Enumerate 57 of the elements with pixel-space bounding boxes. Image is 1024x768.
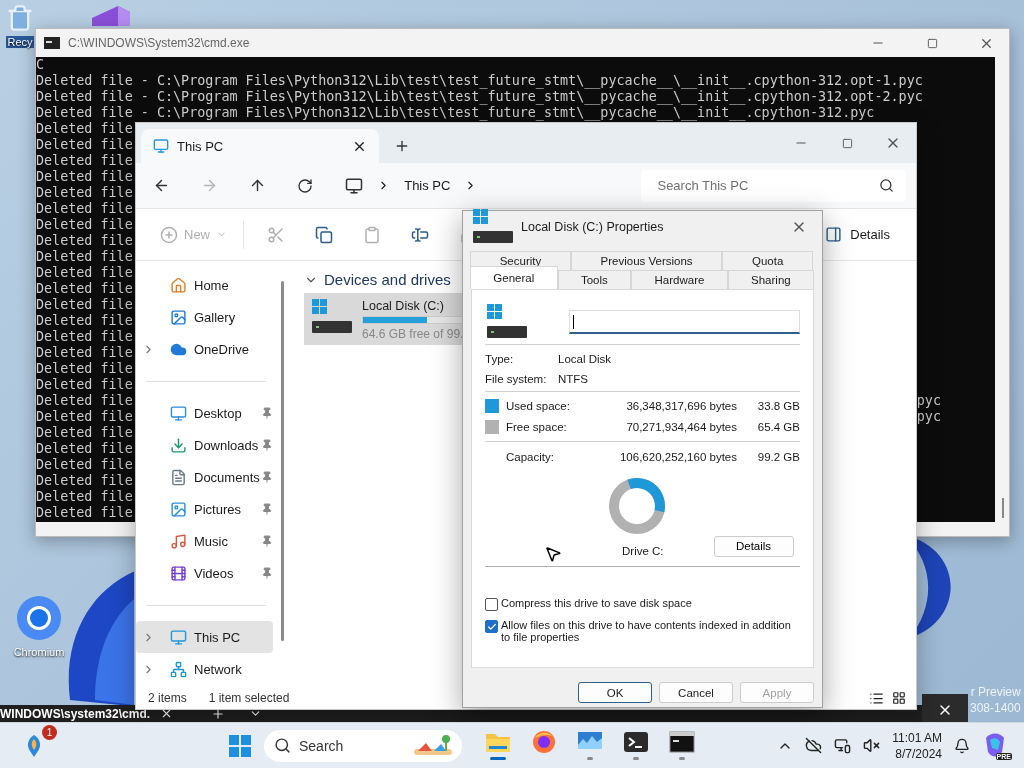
console-text: Deleted file <box>36 313 133 329</box>
checkbox-label: Compress this drive to save disk space <box>501 597 692 609</box>
dialog-title: Local Disk (C:) Properties <box>521 220 665 234</box>
free-space-text: 64.6 GB free of 99. <box>362 327 465 341</box>
build-text: r Preview <box>970 684 1021 700</box>
drive-name: Local Disk (C:) <box>362 299 445 313</box>
space-bytes: 70,271,934,464 bytes <box>625 421 737 433</box>
console-text: Deleted file <box>36 249 133 265</box>
build-text: 308-1400 <box>970 700 1021 716</box>
property-value: Local Disk <box>558 353 613 365</box>
console-text: Deleted file <box>36 425 133 441</box>
console-text: Deleted file <box>36 345 133 361</box>
console-text: Deleted file - C:\Program Files\Python312\Lib\test\test_future_stmt\__pycache__\__init__.cpython-312.opt-1.pyc <box>36 73 923 89</box>
space-bytes: 36,348,317,696 bytes <box>625 400 737 412</box>
console-text: pyc <box>916 393 941 409</box>
console-text: C <box>36 57 45 73</box>
space-bytes: 106,620,252,160 bytes <box>618 451 737 463</box>
console-text: Deleted file <box>36 377 133 393</box>
space-label: Capacity: <box>506 451 555 463</box>
space-size: 33.8 GB <box>756 400 800 412</box>
window-title: C:\WINDOWS\System32\cmd.exe <box>68 36 251 50</box>
console-text: Deleted file <box>36 217 133 233</box>
console-text: Deleted file - C:\Program Files\Python312\Lib\test\test_future_stmt\__pycache__\__init__.cpython-312.pyc <box>36 105 875 121</box>
property-label: Type: <box>485 353 515 365</box>
property-value: NTFS <box>558 373 590 385</box>
console-text: Deleted file <box>36 233 133 249</box>
console-text: pyc <box>916 409 941 425</box>
console-text: Deleted file <box>36 297 133 313</box>
console-text: Deleted file <box>36 457 133 473</box>
console-text: Deleted file <box>36 329 133 345</box>
notification-badge: 1 <box>42 724 57 740</box>
console-text: Deleted file <box>36 169 133 185</box>
console-text: Deleted file <box>36 281 133 297</box>
console-text: Deleted file <box>36 361 133 377</box>
console-text: Deleted file <box>36 153 133 169</box>
space-size: 65.4 GB <box>756 421 800 433</box>
checkbox-label: Allow files on this drive to have contents indexed in addition to file properties <box>501 619 792 643</box>
console-text: Deleted file <box>36 473 133 489</box>
tab-title: This PC <box>177 138 225 154</box>
console-text: Deleted file <box>36 393 133 409</box>
console-text: Deleted file <box>36 489 133 505</box>
console-text: Deleted file <box>36 185 133 201</box>
console-text: Deleted file - C:\Program Files\Python312\Lib\test\test_future_stmt\__pycache__\__init__.cpython-312.opt-2.pyc <box>36 89 923 105</box>
console-text: Deleted file <box>36 201 133 217</box>
space-label: Used space: <box>506 400 571 412</box>
item-count: 2 items <box>148 691 187 705</box>
console-text: Deleted file <box>36 505 133 521</box>
console-text: Deleted file <box>36 121 133 137</box>
space-label: Free space: <box>506 421 568 433</box>
console-text: Deleted file <box>36 265 133 281</box>
property-label: File system: <box>485 373 548 385</box>
console-text: Deleted file <box>36 409 133 425</box>
drive-label: Drive C: <box>622 545 664 557</box>
selection-status: 1 item selected <box>208 691 290 705</box>
console-text: Deleted file <box>36 441 133 457</box>
space-size: 99.2 GB <box>756 451 800 463</box>
console-text: Deleted file <box>36 137 133 153</box>
